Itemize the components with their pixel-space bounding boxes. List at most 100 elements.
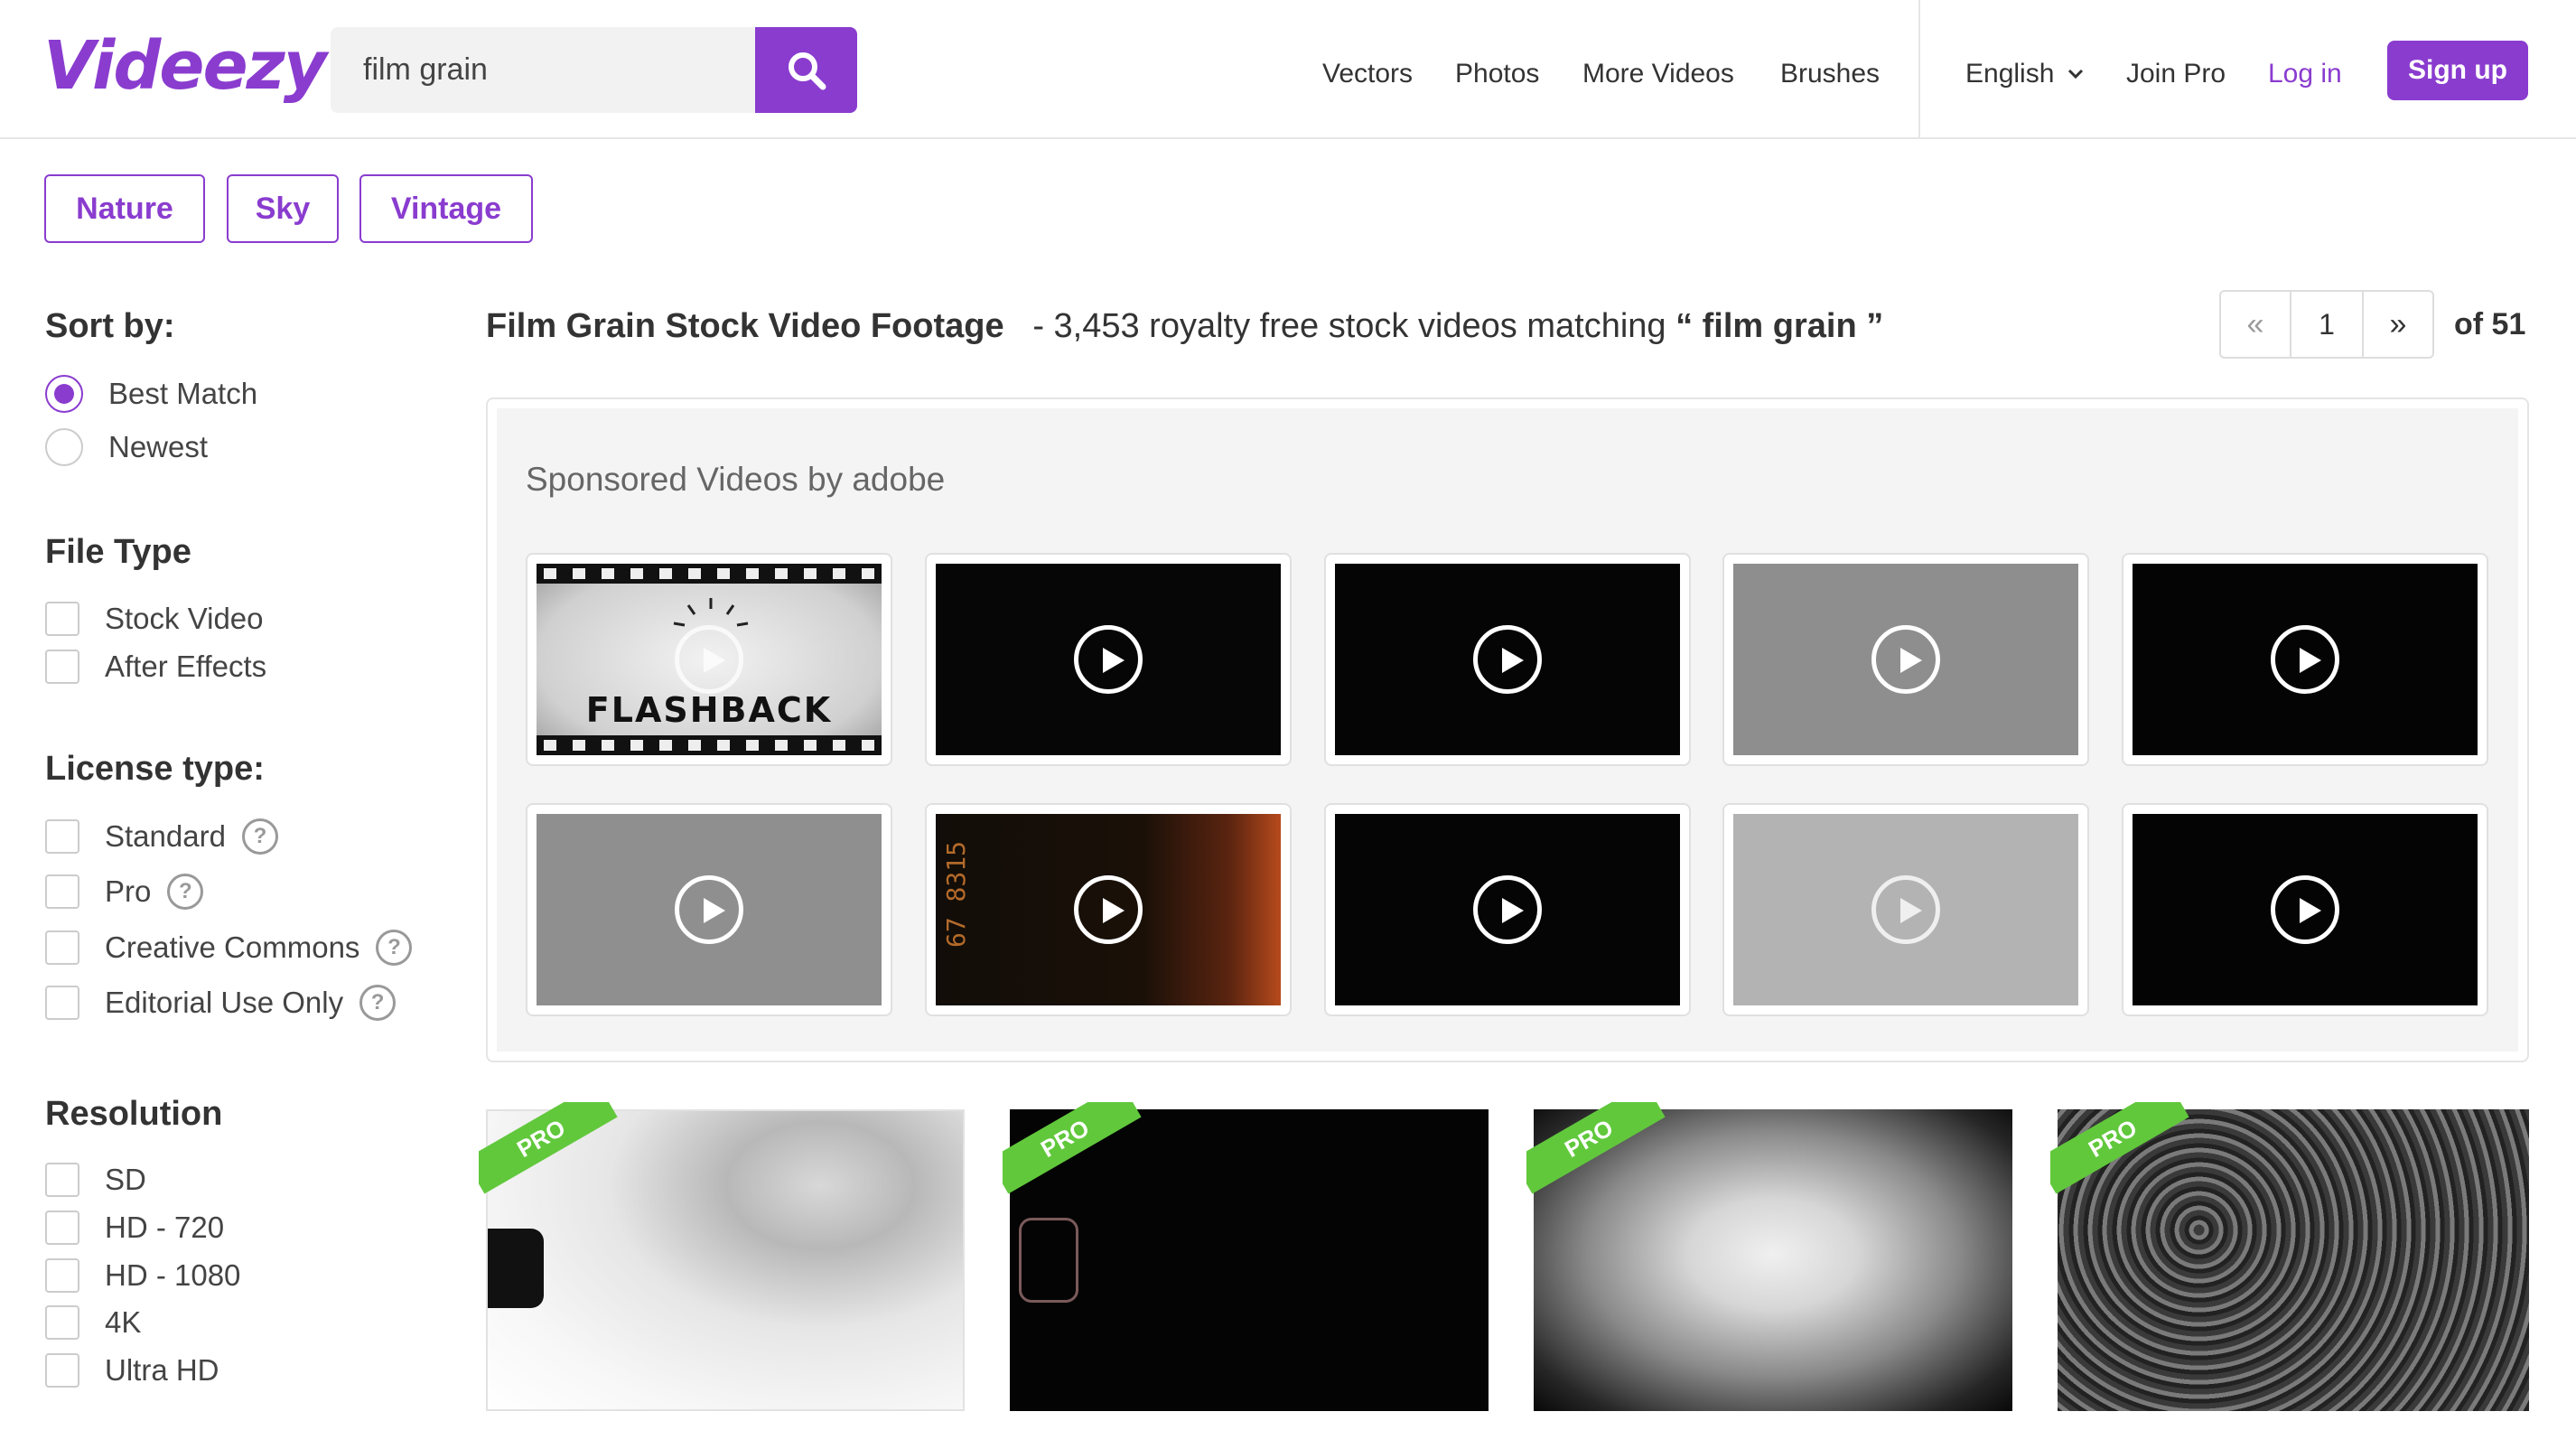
play-icon[interactable]: [675, 625, 743, 694]
radio-newest[interactable]: [45, 428, 83, 466]
play-icon[interactable]: [1871, 875, 1940, 944]
filter-label: Standard: [105, 819, 226, 853]
filter-label: HD - 1080: [105, 1258, 241, 1292]
sponsored-video-thumb[interactable]: [925, 553, 1292, 766]
tag-vintage[interactable]: Vintage: [359, 174, 533, 243]
search-icon: [788, 51, 826, 89]
radio-best-match[interactable]: [45, 375, 83, 413]
sponsored-video-thumb[interactable]: [1722, 553, 2089, 766]
video-preview: FLASHBACK: [537, 564, 882, 755]
filter-creative-commons[interactable]: Creative Commons ?: [45, 930, 413, 966]
site-header: Videezy Vectors Photos More Videos Brush…: [0, 0, 2576, 139]
video-preview: [2133, 814, 2478, 1005]
pro-badge-label: PRO: [2050, 1102, 2189, 1194]
next-page-button[interactable]: »: [2364, 292, 2432, 357]
sponsored-video-thumb[interactable]: [1324, 553, 1691, 766]
sponsored-video-thumb[interactable]: [1722, 803, 2089, 1016]
filter-label: Creative Commons: [105, 930, 360, 964]
login-link[interactable]: Log in: [2268, 59, 2342, 89]
play-icon[interactable]: [1871, 625, 1940, 694]
filter-standard[interactable]: Standard ?: [45, 818, 278, 855]
resolution-heading: Resolution: [45, 1095, 223, 1133]
play-icon[interactable]: [1074, 875, 1143, 944]
video-preview: [1733, 564, 2078, 755]
filter-editorial[interactable]: Editorial Use Only ?: [45, 985, 397, 1021]
checkbox-stock-video[interactable]: [45, 602, 79, 636]
chevron-down-icon: [2068, 69, 2084, 79]
prev-page-button[interactable]: «: [2221, 292, 2290, 357]
help-icon[interactable]: ?: [241, 818, 278, 855]
page-number-input[interactable]: 1: [2290, 292, 2364, 357]
play-icon[interactable]: [1473, 625, 1542, 694]
flashback-title: FLASHBACK: [585, 690, 833, 730]
filmstrip-code: 67 8315: [941, 841, 971, 949]
help-icon[interactable]: ?: [359, 985, 397, 1021]
filter-label: Editorial Use Only: [105, 986, 344, 1019]
video-preview: [537, 814, 882, 1005]
sponsored-video-thumb[interactable]: [1324, 803, 1691, 1016]
filter-pro[interactable]: Pro ?: [45, 874, 204, 910]
checkbox-standard[interactable]: [45, 819, 79, 854]
play-icon[interactable]: [2271, 625, 2339, 694]
filter-label: After Effects: [105, 650, 267, 683]
nav-photos[interactable]: Photos: [1455, 59, 1539, 89]
filter-ultra-hd[interactable]: Ultra HD: [45, 1353, 219, 1388]
filter-sd[interactable]: SD: [45, 1163, 146, 1197]
film-strip-top: [537, 564, 882, 584]
sort-option-label: Best Match: [108, 377, 258, 410]
checkbox-after-effects[interactable]: [45, 650, 79, 684]
checkbox-creative-commons[interactable]: [45, 930, 79, 965]
sort-heading: Sort by:: [45, 307, 175, 345]
film-frame-shape: [488, 1229, 544, 1308]
nav-vectors[interactable]: Vectors: [1322, 59, 1413, 89]
video-preview: [936, 564, 1281, 755]
sort-best-match[interactable]: Best Match: [45, 375, 257, 413]
sponsored-video-thumb[interactable]: [526, 803, 892, 1016]
videezy-logo[interactable]: Videezy: [43, 27, 327, 105]
video-preview: [2133, 564, 2478, 755]
checkbox-4k[interactable]: [45, 1305, 79, 1340]
pro-badge-label: PRO: [479, 1102, 618, 1194]
checkbox-pro[interactable]: [45, 874, 79, 909]
checkbox-editorial[interactable]: [45, 986, 79, 1020]
checkbox-hd-1080[interactable]: [45, 1258, 79, 1293]
filter-4k[interactable]: 4K: [45, 1305, 141, 1340]
search-input[interactable]: [331, 27, 755, 113]
help-icon[interactable]: ?: [376, 930, 413, 966]
signup-button[interactable]: Sign up: [2387, 41, 2528, 100]
page-total: of 51: [2454, 307, 2526, 341]
results-summary: - 3,453 royalty free stock videos matchi…: [1032, 307, 1666, 345]
nav-more-videos[interactable]: More Videos: [1582, 59, 1734, 89]
play-icon[interactable]: [2271, 875, 2339, 944]
sponsored-video-thumb[interactable]: [2122, 803, 2488, 1016]
play-icon[interactable]: [1074, 625, 1143, 694]
pro-badge: PRO: [479, 1102, 623, 1201]
tag-sky[interactable]: Sky: [227, 174, 339, 243]
filter-stock-video[interactable]: Stock Video: [45, 602, 264, 636]
sort-newest[interactable]: Newest: [45, 428, 208, 466]
filter-label: Stock Video: [105, 602, 264, 635]
filter-after-effects[interactable]: After Effects: [45, 650, 266, 684]
nav-brushes[interactable]: Brushes: [1780, 59, 1880, 89]
help-icon[interactable]: ?: [167, 874, 204, 910]
video-preview: [1335, 564, 1680, 755]
join-pro-link[interactable]: Join Pro: [2126, 59, 2226, 89]
checkbox-hd-720[interactable]: [45, 1211, 79, 1245]
checkbox-ultra-hd[interactable]: [45, 1353, 79, 1388]
pro-badge: PRO: [1526, 1102, 1671, 1201]
sponsored-video-thumb[interactable]: [2122, 553, 2488, 766]
video-preview: [1733, 814, 2078, 1005]
search-button[interactable]: [755, 27, 857, 113]
tag-nature[interactable]: Nature: [44, 174, 205, 243]
file-type-heading: File Type: [45, 533, 191, 571]
search-box[interactable]: [331, 27, 755, 113]
filter-hd-1080[interactable]: HD - 1080: [45, 1258, 240, 1293]
video-preview: 67 8315: [936, 814, 1281, 1005]
sponsored-video-thumb[interactable]: 67 8315: [925, 803, 1292, 1016]
play-icon[interactable]: [675, 875, 743, 944]
sponsored-video-thumb[interactable]: FLASHBACK: [526, 553, 892, 766]
checkbox-sd[interactable]: [45, 1163, 79, 1197]
play-icon[interactable]: [1473, 875, 1542, 944]
filter-hd-720[interactable]: HD - 720: [45, 1211, 224, 1245]
language-selector[interactable]: English: [1965, 59, 2085, 89]
